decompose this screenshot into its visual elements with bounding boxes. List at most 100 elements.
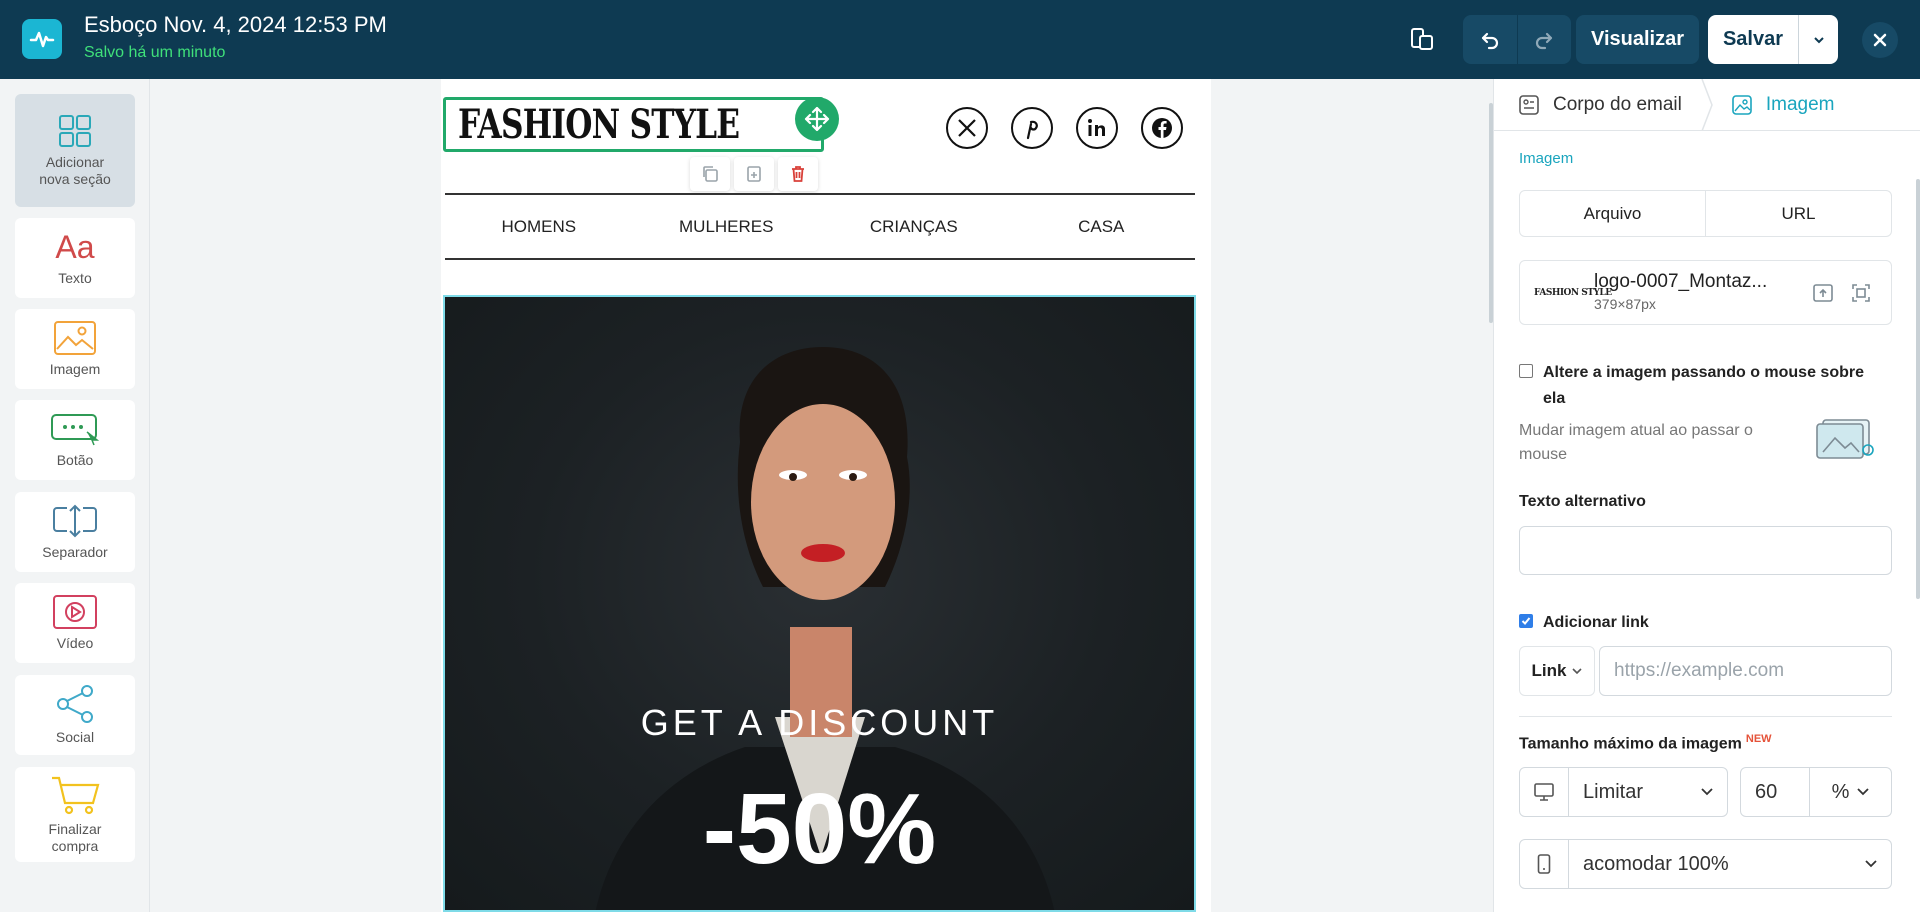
- cart-icon: [52, 776, 100, 814]
- hero-image-block[interactable]: GET A DISCOUNT -50%: [443, 295, 1196, 912]
- save-button[interactable]: Salvar: [1708, 15, 1798, 64]
- redo-button[interactable]: [1518, 15, 1572, 64]
- max-size-label: Tamanho máximo da imagem NEW: [1519, 733, 1772, 753]
- desktop-icon: [1534, 783, 1554, 801]
- video-icon: [53, 594, 97, 629]
- pinterest-icon: [1026, 120, 1038, 140]
- save-block-icon: [747, 166, 761, 182]
- desktop-size-value: 60: [1755, 780, 1778, 803]
- sidebar-item-label: Separador: [42, 543, 108, 560]
- tab-url[interactable]: URL: [1705, 191, 1891, 236]
- close-button[interactable]: [1862, 22, 1898, 58]
- nav-link-mulheres[interactable]: MULHERES: [633, 217, 821, 237]
- mobile-icon: [1537, 854, 1551, 874]
- add-link-label: Adicionar link: [1543, 614, 1649, 631]
- chevron-down-icon: [1701, 788, 1713, 796]
- undo-icon: [1481, 32, 1498, 49]
- save-options-button[interactable]: [1798, 15, 1838, 64]
- image-file-row: FASHION STYLE logo-0007_Montaz... 379×87…: [1519, 260, 1892, 325]
- undo-button[interactable]: [1463, 15, 1517, 64]
- sidebar-item-label: Vídeo: [56, 634, 94, 651]
- move-icon: [804, 106, 830, 132]
- copy-icon: [703, 166, 718, 182]
- mobile-preview-button[interactable]: [1398, 15, 1446, 63]
- mobile-mode-value: acomodar 100%: [1583, 852, 1729, 875]
- nav-link-criancas[interactable]: CRIANÇAS: [820, 217, 1008, 237]
- max-size-label-text: Tamanho máximo da imagem: [1519, 735, 1742, 753]
- button-icon: [51, 413, 99, 445]
- file-dimensions: 379×87px: [1594, 296, 1656, 312]
- desktop-unit-select[interactable]: %: [1810, 767, 1892, 817]
- breadcrumb-image[interactable]: Imagem: [1732, 93, 1835, 116]
- breadcrumb-label: Imagem: [1765, 93, 1835, 115]
- link-row: Link https://example.com: [1519, 646, 1892, 696]
- breadcrumb: Corpo do email Imagem: [1494, 78, 1920, 131]
- sidebar-item-text[interactable]: Aa Texto: [15, 218, 135, 298]
- preview-button[interactable]: Visualizar: [1576, 15, 1699, 64]
- sidebar-item-social[interactable]: Social: [15, 675, 135, 755]
- sidebar-item-button[interactable]: Botão: [15, 400, 135, 480]
- save-status: Salvo há um minuto: [84, 44, 226, 61]
- block-toolbar: [690, 157, 818, 191]
- facebook-icon: [1152, 118, 1172, 138]
- save-block-button[interactable]: [734, 157, 774, 191]
- duplicate-button[interactable]: [690, 157, 730, 191]
- document-title[interactable]: Esboço Nov. 4, 2024 12:53 PM: [84, 12, 387, 38]
- image-icon: [1732, 94, 1752, 115]
- app-logo[interactable]: [22, 19, 62, 59]
- nav-link-casa[interactable]: CASA: [1008, 217, 1196, 237]
- history-group: [1463, 15, 1571, 64]
- linkedin-social-icon[interactable]: [1076, 107, 1118, 149]
- replace-image-icon[interactable]: [1812, 282, 1834, 304]
- alt-text-label: Texto alternativo: [1519, 493, 1646, 510]
- x-logo-icon: [958, 119, 976, 137]
- mobile-size-row: acomodar 100%: [1519, 839, 1892, 889]
- link-type-select[interactable]: Link: [1519, 646, 1595, 696]
- logo-text: FASHION STYLE: [458, 101, 740, 148]
- hero-discount-value: -50%: [702, 773, 937, 885]
- sidebar-item-image[interactable]: Imagem: [15, 309, 135, 389]
- desktop-size-value-input[interactable]: 60: [1740, 767, 1810, 817]
- hover-image-checkbox[interactable]: [1519, 364, 1533, 378]
- grid-icon: [59, 114, 91, 147]
- add-link-option: Adicionar link: [1519, 610, 1883, 636]
- sidebar-item-label: Botão: [56, 451, 94, 468]
- delete-button[interactable]: [778, 157, 818, 191]
- crop-image-icon[interactable]: [1850, 282, 1872, 304]
- chevron-down-icon: [1857, 788, 1870, 796]
- hero-subtitle: GET A DISCOUNT: [640, 702, 999, 743]
- redo-icon: [1536, 32, 1553, 49]
- logo-image-block[interactable]: FASHION STYLE: [443, 97, 824, 152]
- sidebar-item-label: Texto: [58, 269, 92, 286]
- link-url-input[interactable]: https://example.com: [1599, 646, 1892, 696]
- file-name: logo-0007_Montaz...: [1594, 271, 1768, 292]
- sidebar-item-checkout[interactable]: Finalizar compra: [15, 767, 135, 862]
- alt-text-input[interactable]: [1519, 526, 1892, 575]
- blocks-sidebar: Adicionar nova seção Aa Texto Imagem Bot…: [0, 79, 150, 912]
- top-bar: Esboço Nov. 4, 2024 12:53 PM Salvo há um…: [0, 0, 1920, 79]
- facebook-social-icon[interactable]: [1141, 107, 1183, 149]
- chevron-down-icon: [1572, 668, 1583, 674]
- sidebar-item-video[interactable]: Vídeo: [15, 583, 135, 663]
- nav-link-homens[interactable]: HOMENS: [445, 217, 633, 237]
- trash-icon: [792, 166, 804, 182]
- desktop-mode-value: Limitar: [1583, 780, 1644, 803]
- sidebar-item-divider[interactable]: Separador: [15, 492, 135, 572]
- pinterest-social-icon[interactable]: [1011, 107, 1053, 149]
- sidebar-item-label: Social: [55, 728, 95, 745]
- desktop-mode-select[interactable]: Limitar: [1569, 767, 1728, 817]
- save-button-group: Salvar: [1708, 15, 1838, 64]
- sidebar-item-label: Finalizar compra: [48, 820, 102, 854]
- image-icon: [54, 320, 96, 355]
- add-link-checkbox[interactable]: [1519, 614, 1533, 628]
- pulse-icon: [29, 31, 55, 48]
- divider-icon: [53, 504, 97, 537]
- sidebar-item-add-section[interactable]: Adicionar nova seção: [15, 94, 135, 207]
- drag-handle[interactable]: [795, 97, 839, 141]
- tab-file[interactable]: Arquivo: [1520, 191, 1705, 236]
- breadcrumb-email-body[interactable]: Corpo do email: [1519, 94, 1682, 116]
- panel-scrollbar[interactable]: [1916, 179, 1920, 599]
- x-social-icon[interactable]: [946, 107, 988, 149]
- mobile-mode-select[interactable]: acomodar 100%: [1569, 839, 1892, 889]
- email-nav-menu: HOMENS MULHERES CRIANÇAS CASA: [445, 193, 1195, 260]
